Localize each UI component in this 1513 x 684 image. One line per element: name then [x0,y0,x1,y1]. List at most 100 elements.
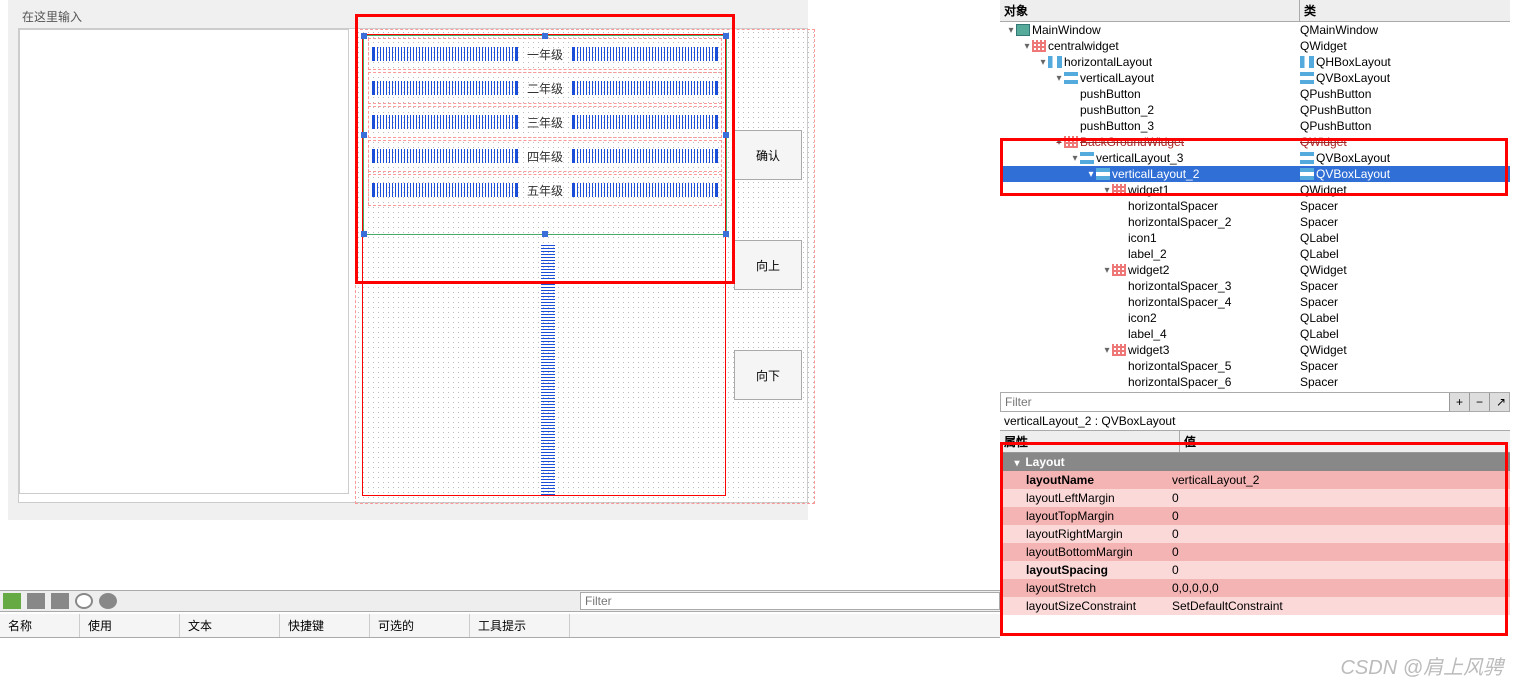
expand-arrow-icon[interactable]: ▾ [1054,137,1064,148]
property-row[interactable]: layoutBottomMargin0 [1000,543,1510,561]
tree-item-class: QLabel [1300,311,1339,325]
property-value[interactable]: 0 [1168,526,1510,542]
down-button[interactable]: 向下 [734,350,802,400]
property-group-layout[interactable]: ▾ Layout [1000,453,1510,471]
tree-row[interactable]: ▾BackGroundWidgetQWidget [1000,134,1510,150]
column-header[interactable]: 快捷键 [280,614,370,637]
expand-arrow-icon[interactable]: ▾ [1102,345,1112,356]
tree-row[interactable]: ▾widget1QWidget [1000,182,1510,198]
property-name: layoutBottomMargin [1000,544,1168,560]
property-row[interactable]: layoutLeftMargin0 [1000,489,1510,507]
tree-item-name: icon3 [1128,391,1157,392]
disable-icon[interactable] [75,593,93,609]
property-name: layoutSizeConstraint [1000,598,1168,614]
settings-icon[interactable] [99,593,117,609]
copy-icon[interactable] [27,593,45,609]
vlay-icon [1096,168,1110,180]
property-header: 属性 值 [1000,431,1510,453]
tree-row[interactable]: horizontalSpacer_5Spacer [1000,358,1510,374]
tree-row[interactable]: horizontalSpacer_4Spacer [1000,294,1510,310]
tree-item-name: horizontalSpacer_3 [1128,279,1231,293]
tree-row[interactable]: icon3QLabel [1000,390,1510,392]
tree-item-name: widget1 [1128,183,1169,197]
property-value[interactable]: SetDefaultConstraint [1168,598,1510,614]
property-value[interactable]: 0 [1168,544,1510,560]
property-row[interactable]: layoutStretch0,0,0,0,0 [1000,579,1510,597]
tree-row[interactable]: horizontalSpacerSpacer [1000,198,1510,214]
tree-row[interactable]: ▾horizontalLayoutQHBoxLayout [1000,54,1510,70]
property-row[interactable]: layoutSpacing0 [1000,561,1510,579]
object-tree[interactable]: ▾MainWindowQMainWindow▾centralwidgetQWid… [1000,22,1510,392]
column-header[interactable]: 可选的 [370,614,470,637]
filter-plus-button[interactable]: + [1449,393,1469,411]
tree-row[interactable]: ▾centralwidgetQWidget [1000,38,1510,54]
property-value[interactable]: 0 [1168,490,1510,506]
tree-item-class: QPushButton [1300,119,1371,133]
widget-icon [1064,136,1078,148]
tree-row[interactable]: ▾verticalLayout_3QVBoxLayout [1000,150,1510,166]
vlay-icon [1300,168,1314,180]
action-toolbar [0,590,1000,612]
confirm-button[interactable]: 确认 [734,130,802,180]
header-class[interactable]: 类 [1300,0,1510,21]
tree-item-class: QWidget [1300,343,1347,357]
highlight-box-canvas [355,14,735,284]
tree-row[interactable]: icon2QLabel [1000,310,1510,326]
header-value[interactable]: 值 [1180,431,1510,452]
expand-arrow-icon[interactable]: ▾ [1102,185,1112,196]
tree-row[interactable]: ▾MainWindowQMainWindow [1000,22,1510,38]
property-value[interactable]: verticalLayout_2 [1168,472,1510,488]
expand-arrow-icon[interactable]: ▾ [1102,265,1112,276]
property-selector[interactable]: verticalLayout_2 : QVBoxLayout [1000,412,1510,431]
tree-row[interactable]: icon1QLabel [1000,230,1510,246]
tree-row[interactable]: ▾verticalLayout_2QVBoxLayout [1000,166,1510,182]
expand-arrow-icon[interactable]: ▾ [1038,57,1048,68]
tree-item-name: label_4 [1128,327,1167,341]
action-filter-input[interactable] [580,592,1000,610]
header-property[interactable]: 属性 [1000,431,1180,452]
watermark: CSDN @肩上风骋 [1340,651,1503,680]
property-filter-input[interactable] [1001,393,1449,411]
tree-row[interactable]: label_4 QLabel [1000,326,1510,342]
property-row[interactable]: layoutRightMargin0 [1000,525,1510,543]
up-button[interactable]: 向上 [734,240,802,290]
tree-item-name: horizontalSpacer_4 [1128,295,1231,309]
tree-row[interactable]: label_2 QLabel [1000,246,1510,262]
tree-row[interactable]: pushButton_2QPushButton [1000,102,1510,118]
expand-arrow-icon[interactable]: ▾ [1022,41,1032,52]
tree-row[interactable]: pushButton_3QPushButton [1000,118,1510,134]
form-icon [1016,24,1030,36]
tree-item-class: Spacer [1300,359,1338,373]
expand-arrow-icon[interactable]: ▾ [1006,25,1016,36]
tree-item-class: QLabel [1300,247,1339,261]
tree-item-name: horizontalSpacer [1128,199,1218,213]
property-value[interactable]: 0 [1168,508,1510,524]
expand-arrow-icon[interactable]: ▾ [1070,153,1080,164]
tree-row[interactable]: ▾verticalLayoutQVBoxLayout [1000,70,1510,86]
tree-row[interactable]: ▾widget2QWidget [1000,262,1510,278]
column-header[interactable]: 文本 [180,614,280,637]
tree-row[interactable]: horizontalSpacer_3Spacer [1000,278,1510,294]
header-object[interactable]: 对象 [1000,0,1300,21]
design-canvas[interactable]: 一年级二年级三年级四年级五年级 确认 向上 向下 [18,28,808,503]
column-header[interactable]: 工具提示 [470,614,570,637]
new-action-icon[interactable] [3,593,21,609]
filter-minus-button[interactable]: − [1469,393,1489,411]
property-row[interactable]: layoutNameverticalLayout_2 [1000,471,1510,489]
property-value[interactable]: 0,0,0,0,0 [1168,580,1510,596]
expand-arrow-icon[interactable]: ▾ [1086,169,1096,180]
property-value[interactable]: 0 [1168,562,1510,578]
property-row[interactable]: layoutSizeConstraintSetDefaultConstraint [1000,597,1510,615]
tree-row[interactable]: horizontalSpacer_2Spacer [1000,214,1510,230]
tree-item-name: label_2 [1128,247,1167,261]
paste-icon[interactable] [51,593,69,609]
expand-arrow-icon[interactable]: ▾ [1054,73,1064,84]
property-row[interactable]: layoutTopMargin0 [1000,507,1510,525]
filter-arrow-button[interactable]: ↗ [1489,393,1509,411]
column-header[interactable]: 使用 [80,614,180,637]
tree-row[interactable]: ▾widget3QWidget [1000,342,1510,358]
tree-row[interactable]: horizontalSpacer_6Spacer [1000,374,1510,390]
column-header[interactable]: 名称 [0,614,80,637]
tree-row[interactable]: pushButtonQPushButton [1000,86,1510,102]
tree-item-class: QLabel [1300,327,1339,341]
